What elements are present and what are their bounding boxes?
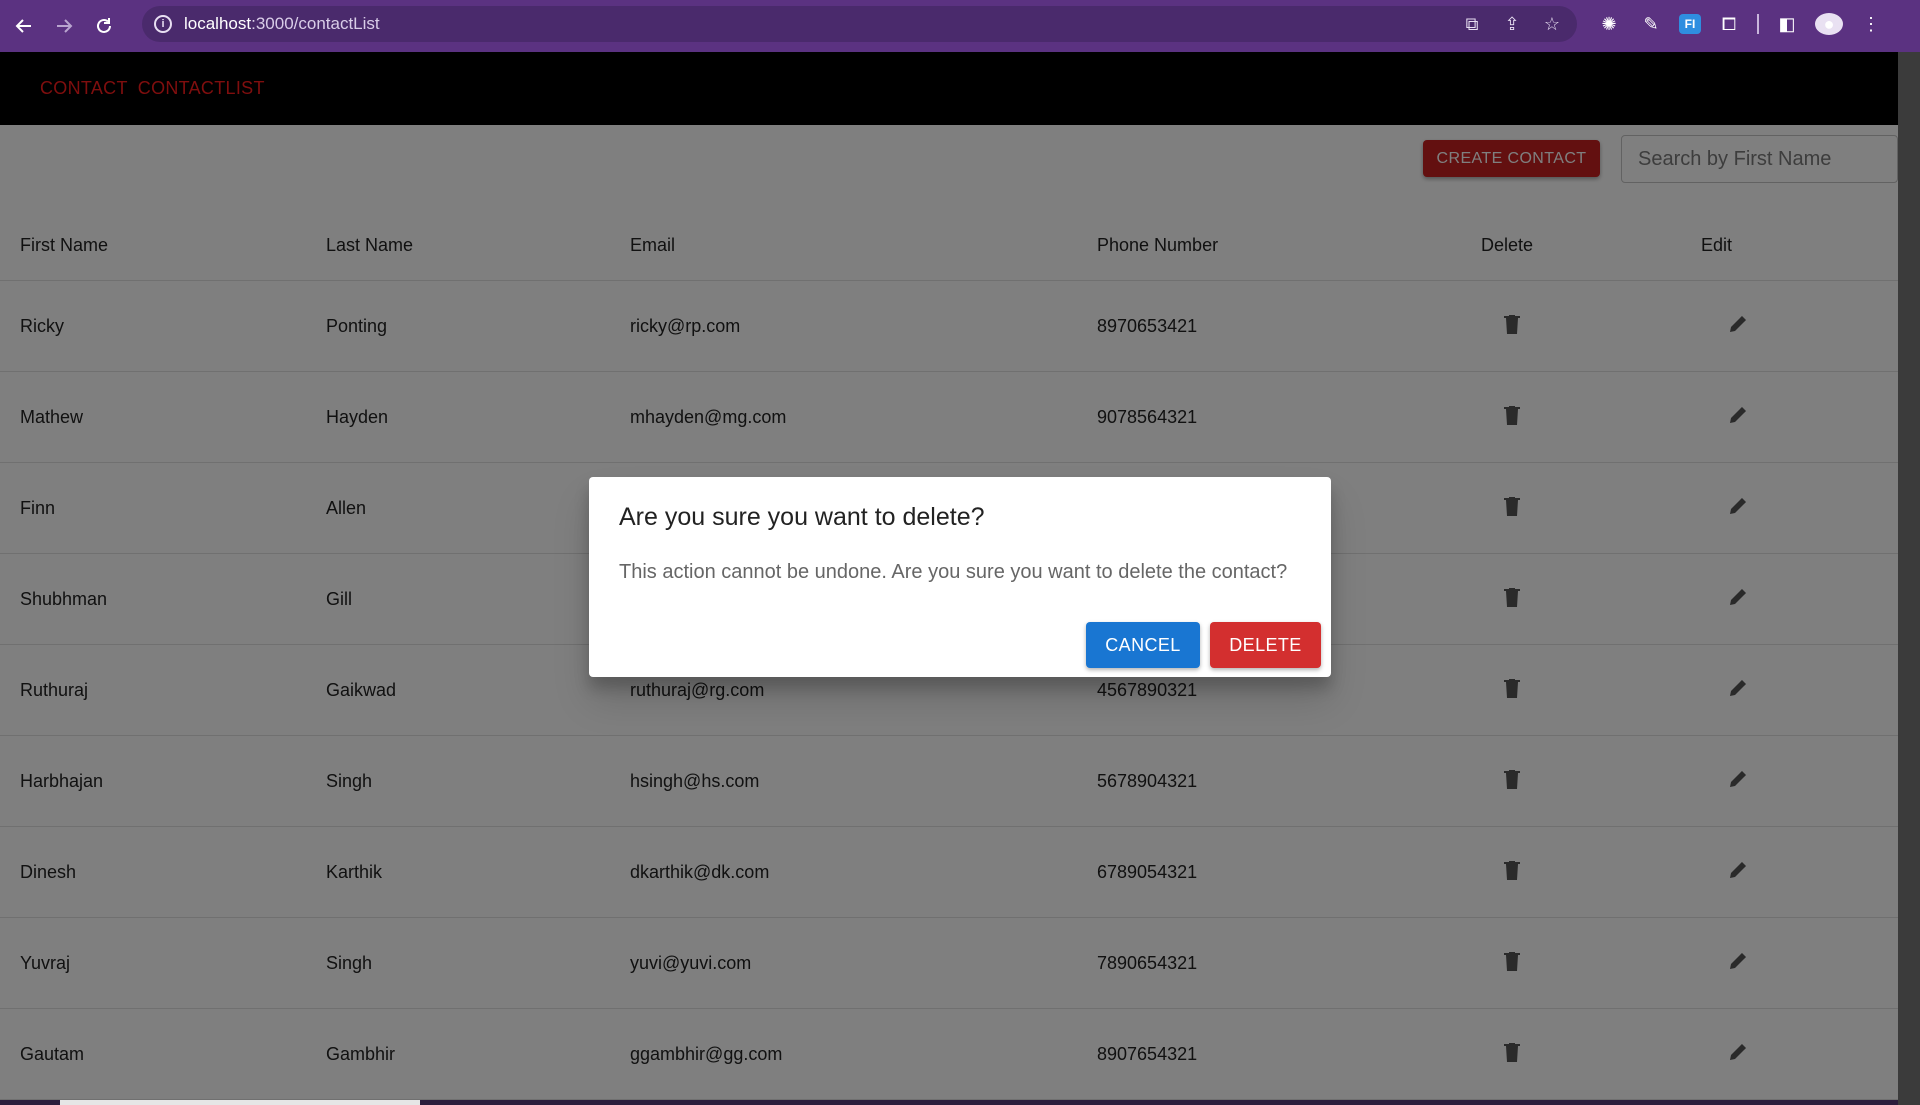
extension-fi-icon[interactable]: FI: [1679, 14, 1701, 34]
confirm-delete-button[interactable]: DELETE: [1210, 622, 1321, 668]
dialog-title: Are you sure you want to delete?: [619, 503, 985, 531]
url-host: localhost: [184, 14, 252, 33]
arrow-left-icon: [15, 19, 31, 33]
cancel-button[interactable]: CANCEL: [1086, 622, 1200, 668]
extensions-puzzle-icon[interactable]: ⧠: [1715, 14, 1743, 35]
arrow-right-icon: [57, 19, 73, 33]
taskbar-strip: [0, 1100, 1898, 1105]
open-in-app-icon[interactable]: ⧉: [1459, 14, 1485, 35]
site-info-icon[interactable]: i: [154, 15, 172, 33]
taskbar-active-indicator: [60, 1100, 420, 1105]
address-bar-actions: ⧉ ⇪ ☆: [1459, 6, 1565, 42]
url-text[interactable]: localhost:3000/contactList: [184, 14, 380, 34]
browser-toolbar: i localhost:3000/contactList ⧉ ⇪ ☆ ✺ ✎ F…: [0, 0, 1920, 52]
reload-icon: [97, 18, 111, 33]
extension-feather-icon[interactable]: ✎: [1637, 14, 1665, 35]
browser-menu-icon[interactable]: ⋮: [1857, 14, 1885, 35]
address-bar[interactable]: i localhost:3000/contactList ⧉ ⇪ ☆: [142, 6, 1577, 42]
bookmark-star-icon[interactable]: ☆: [1539, 14, 1565, 35]
side-panel-icon[interactable]: ◧: [1773, 14, 1801, 35]
profile-avatar-icon[interactable]: ●: [1815, 13, 1843, 35]
share-icon[interactable]: ⇪: [1499, 14, 1525, 35]
url-path: :3000/contactList: [251, 14, 380, 33]
delete-confirm-dialog: Are you sure you want to delete? This ac…: [589, 477, 1331, 677]
forward-button[interactable]: [48, 10, 80, 42]
toolbar-divider: [1757, 14, 1759, 34]
back-button[interactable]: [8, 10, 40, 42]
extension-gear-icon[interactable]: ✺: [1595, 14, 1623, 35]
reload-button[interactable]: [88, 10, 120, 42]
page-scrollbar[interactable]: [1898, 52, 1920, 1105]
dialog-message: This action cannot be undone. Are you su…: [619, 561, 1288, 583]
extensions-bar: ✺ ✎ FI ⧠ ◧ ● ⋮: [1595, 8, 1885, 40]
